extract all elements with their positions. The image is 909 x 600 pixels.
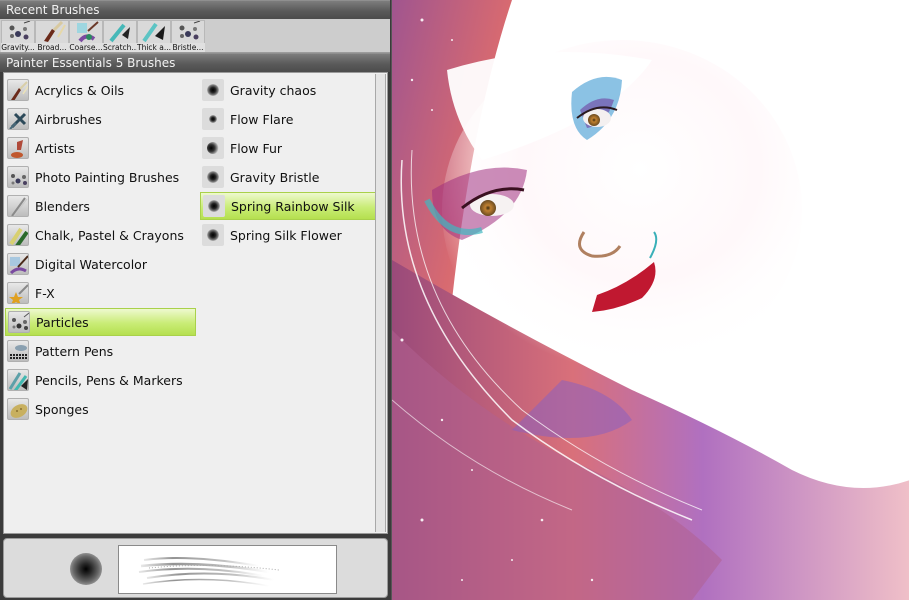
variant-flow-flare[interactable]: Flow Flare (200, 105, 377, 133)
category-label: Pattern Pens (35, 343, 114, 359)
coarse-brush-icon (77, 21, 99, 43)
category-label: Digital Watercolor (35, 256, 147, 272)
recent-brushes-strip: Gravity... Broad... Coarse... Scratch... (0, 19, 390, 53)
recent-brush-label: Scratch... (103, 43, 137, 52)
category-label: F-X (35, 285, 55, 301)
category-photo-painting-brushes[interactable]: Photo Painting Brushes (5, 163, 196, 191)
particles-icon (8, 311, 30, 333)
recent-brush-item[interactable]: Gravity... (1, 20, 35, 52)
recent-brush-item[interactable]: Thick a... (137, 20, 171, 52)
variant-label: Flow Flare (230, 111, 294, 127)
brush-library-panel: Recent Brushes Gravity... Broad... Coars… (0, 0, 390, 600)
brush-dab-icon (203, 195, 225, 217)
category-chalk-pastel-crayons[interactable]: Chalk, Pastel & Crayons (5, 221, 196, 249)
category-label: Sponges (35, 401, 89, 417)
acrylics-oils-icon (7, 79, 29, 101)
digital-watercolor-icon (7, 253, 29, 275)
variant-label: Spring Rainbow Silk (231, 198, 355, 214)
category-label: Artists (35, 140, 75, 156)
category-fx[interactable]: F-X (5, 279, 196, 307)
category-label: Acrylics & Oils (35, 82, 125, 98)
variant-spring-silk-flower[interactable]: Spring Silk Flower (200, 221, 377, 249)
scratch-pen-icon (109, 23, 130, 43)
variant-gravity-bristle[interactable]: Gravity Bristle (200, 163, 377, 191)
airbrush-icon (7, 108, 29, 130)
brush-dab-icon (202, 79, 224, 101)
brush-dab-icon (202, 166, 224, 188)
recent-brush-item[interactable]: Scratch... (103, 20, 137, 52)
category-pattern-pens[interactable]: Pattern Pens (5, 337, 196, 365)
variant-label: Gravity chaos (230, 82, 317, 98)
brush-dab-preview-icon (70, 553, 102, 585)
photo-painting-icon (7, 166, 29, 188)
blenders-icon (7, 195, 29, 217)
particles-icon (179, 21, 201, 40)
fx-star-icon (7, 282, 29, 304)
sponge-icon (7, 398, 29, 420)
recent-brush-label: Broad... (35, 43, 69, 52)
chalk-pastel-icon (7, 224, 29, 246)
variant-label: Gravity Bristle (230, 169, 320, 185)
variant-flow-fur[interactable]: Flow Fur (200, 134, 377, 162)
category-acrylics-oils[interactable]: Acrylics & Oils (5, 76, 196, 104)
category-label: Photo Painting Brushes (35, 169, 180, 185)
category-label: Pencils, Pens & Markers (35, 372, 183, 388)
artists-icon (7, 137, 29, 159)
recent-brush-label: Thick a... (137, 43, 171, 52)
recent-brush-label: Coarse... (69, 43, 103, 52)
variant-gravity-chaos[interactable]: Gravity chaos (200, 76, 377, 104)
recent-brushes-header: Recent Brushes (0, 0, 390, 19)
recent-brush-label: Bristle... (171, 43, 205, 52)
broad-brush-icon (44, 21, 66, 42)
category-label: Airbrushes (35, 111, 102, 127)
brush-list-scrollbar[interactable] (375, 74, 386, 532)
painting-canvas[interactable] (391, 0, 909, 600)
category-pencils-pens-markers[interactable]: Pencils, Pens & Markers (5, 366, 196, 394)
particles-icon (9, 21, 31, 40)
pattern-pens-icon (7, 340, 29, 362)
portrait-artwork (392, 0, 909, 600)
category-label: Blenders (35, 198, 90, 214)
pencils-pens-icon (7, 369, 29, 391)
brush-dab-icon (202, 108, 224, 130)
brush-dab-icon (202, 224, 224, 246)
brush-dab-icon (202, 137, 224, 159)
category-blenders[interactable]: Blenders (5, 192, 196, 220)
recent-brush-label: Gravity... (1, 43, 35, 52)
brush-library-header: Painter Essentials 5 Brushes (0, 53, 390, 72)
category-digital-watercolor[interactable]: Digital Watercolor (5, 250, 196, 278)
variant-label: Flow Fur (230, 140, 283, 156)
category-particles[interactable]: Particles (5, 308, 196, 336)
variant-spring-rainbow-silk[interactable]: Spring Rainbow Silk (200, 192, 377, 220)
brush-stroke-preview-icon (118, 545, 337, 594)
recent-brush-item[interactable]: Bristle... (171, 20, 205, 52)
variant-label: Spring Silk Flower (230, 227, 342, 243)
brush-preview-panel (3, 538, 388, 598)
category-airbrushes[interactable]: Airbrushes (5, 105, 196, 133)
brush-list-area: Acrylics & Oils Airbrushes Artists Photo… (3, 72, 388, 534)
thick-pen-icon (142, 22, 165, 43)
category-artists[interactable]: Artists (5, 134, 196, 162)
recent-brush-item[interactable]: Coarse... (69, 20, 103, 52)
category-label: Particles (36, 314, 89, 330)
category-label: Chalk, Pastel & Crayons (35, 227, 184, 243)
category-sponges[interactable]: Sponges (5, 395, 196, 423)
recent-brush-item[interactable]: Broad... (35, 20, 69, 52)
